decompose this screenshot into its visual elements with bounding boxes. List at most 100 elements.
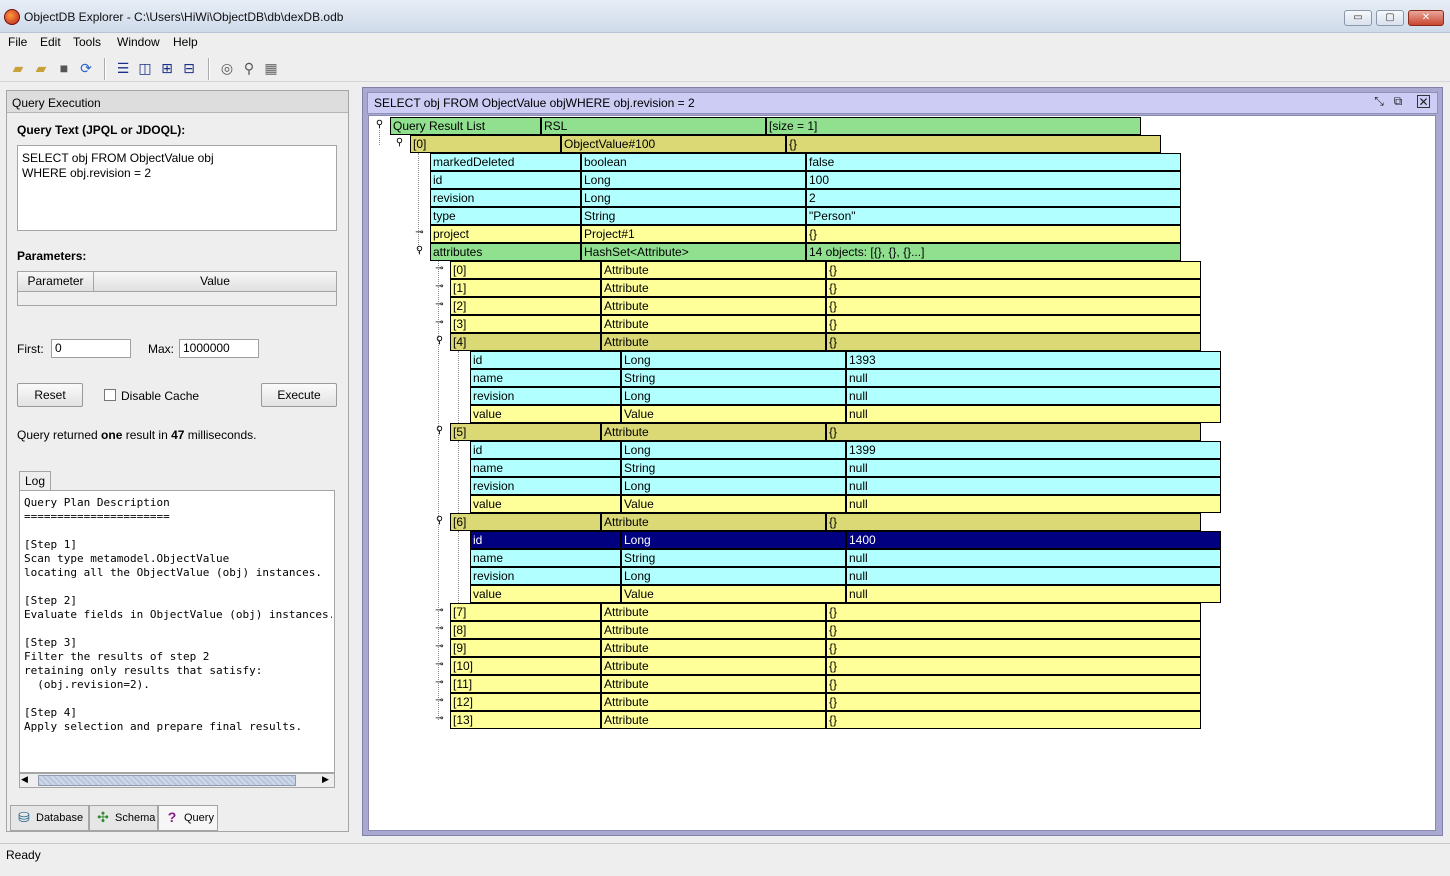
- child-field-value[interactable]: null: [846, 585, 1221, 603]
- attribute-value[interactable]: {}: [826, 261, 1201, 279]
- field-type[interactable]: Long: [581, 171, 806, 189]
- attribute-type[interactable]: Attribute: [601, 513, 826, 531]
- child-field-type[interactable]: String: [621, 459, 846, 477]
- attribute-value[interactable]: {}: [826, 333, 1201, 351]
- attribute-value[interactable]: {}: [826, 297, 1201, 315]
- field-value[interactable]: 14 objects: [{}, {}, {}...]: [806, 243, 1181, 261]
- settings-icon[interactable]: ◎: [219, 60, 235, 76]
- child-field-value[interactable]: null: [846, 459, 1221, 477]
- scroll-left-icon[interactable]: ◀: [21, 774, 28, 785]
- tree-icon[interactable]: ⊞: [159, 60, 175, 76]
- tree-root-row-col0[interactable]: Query Result List: [390, 117, 541, 135]
- attribute-type[interactable]: Attribute: [601, 639, 826, 657]
- refresh-icon[interactable]: ⟳: [78, 60, 94, 76]
- child-field-value[interactable]: null: [846, 387, 1221, 405]
- parameter-column-header[interactable]: Parameter: [18, 272, 94, 292]
- restore-window-icon[interactable]: ⤡: [1372, 95, 1386, 109]
- attribute-index[interactable]: [11]: [450, 675, 601, 693]
- field-value[interactable]: {}: [806, 225, 1181, 243]
- attribute-type[interactable]: Attribute: [601, 333, 826, 351]
- field-type[interactable]: HashSet<Attribute>: [581, 243, 806, 261]
- tree-item-0-row-col0[interactable]: [0]: [410, 135, 561, 153]
- attribute-value[interactable]: {}: [826, 603, 1201, 621]
- attribute-index[interactable]: [1]: [450, 279, 601, 297]
- attribute-type[interactable]: Attribute: [601, 315, 826, 333]
- attribute-type[interactable]: Attribute: [601, 261, 826, 279]
- result-tree-area[interactable]: ⚲ Query Result List RSL [size = 1] ⚲ [0] Objec…: [368, 115, 1436, 831]
- attribute-index[interactable]: [3]: [450, 315, 601, 333]
- child-field-value[interactable]: null: [846, 405, 1221, 423]
- child-field-name[interactable]: name: [470, 459, 621, 477]
- attribute-type[interactable]: Attribute: [601, 297, 826, 315]
- child-field-value[interactable]: null: [846, 369, 1221, 387]
- child-field-type[interactable]: String: [621, 369, 846, 387]
- minimize-button[interactable]: ▭: [1344, 10, 1372, 26]
- tree-root-row-col2[interactable]: [size = 1]: [766, 117, 1141, 135]
- child-field-value[interactable]: null: [846, 549, 1221, 567]
- child-field-name[interactable]: revision: [470, 477, 621, 495]
- field-name[interactable]: project: [430, 225, 581, 243]
- attribute-value[interactable]: {}: [826, 693, 1201, 711]
- menu-help[interactable]: Help: [173, 35, 198, 49]
- expand-node-icon[interactable]: ⊸: [434, 282, 445, 293]
- horizontal-split-icon[interactable]: ☰: [115, 60, 131, 76]
- child-field-type[interactable]: Long: [621, 441, 846, 459]
- attribute-index[interactable]: [10]: [450, 657, 601, 675]
- attribute-index[interactable]: [5]: [450, 423, 601, 441]
- expand-node-icon[interactable]: ⊸: [434, 714, 445, 725]
- child-field-type[interactable]: Long: [621, 531, 846, 549]
- disable-cache-label[interactable]: Disable Cache: [121, 389, 199, 403]
- collapse-node-icon[interactable]: ⚲: [394, 138, 405, 149]
- tree-root-row-col1[interactable]: RSL: [541, 117, 766, 135]
- attribute-type[interactable]: Attribute: [601, 279, 826, 297]
- child-field-type[interactable]: Long: [621, 567, 846, 585]
- child-field-name[interactable]: name: [470, 369, 621, 387]
- attribute-value[interactable]: {}: [826, 711, 1201, 729]
- child-field-type[interactable]: Long: [621, 351, 846, 369]
- collapse-node-icon[interactable]: ⚲: [434, 336, 445, 347]
- tree-expand-icon[interactable]: ⊟: [181, 60, 197, 76]
- attribute-type[interactable]: Attribute: [601, 657, 826, 675]
- child-field-value[interactable]: 1393: [846, 351, 1221, 369]
- child-field-name[interactable]: revision: [470, 567, 621, 585]
- close-window-icon[interactable]: ✕: [1417, 95, 1430, 109]
- tab-schema[interactable]: ✣ Schema: [89, 805, 158, 831]
- attribute-type[interactable]: Attribute: [601, 603, 826, 621]
- field-value[interactable]: 100: [806, 171, 1181, 189]
- execute-button[interactable]: Execute: [261, 383, 337, 407]
- attribute-value[interactable]: {}: [826, 279, 1201, 297]
- child-field-value[interactable]: 1400: [846, 531, 1221, 549]
- expand-node-icon[interactable]: ⊸: [434, 642, 445, 653]
- attribute-type[interactable]: Attribute: [601, 711, 826, 729]
- tab-query[interactable]: ? Query: [158, 805, 218, 831]
- save-icon[interactable]: ■: [56, 60, 72, 76]
- child-field-type[interactable]: Long: [621, 387, 846, 405]
- child-field-value[interactable]: null: [846, 477, 1221, 495]
- attribute-index[interactable]: [6]: [450, 513, 601, 531]
- attribute-value[interactable]: {}: [826, 423, 1201, 441]
- attribute-index[interactable]: [0]: [450, 261, 601, 279]
- child-field-name[interactable]: id: [470, 351, 621, 369]
- child-field-value[interactable]: null: [846, 495, 1221, 513]
- maximize-button[interactable]: ▢: [1376, 10, 1404, 26]
- max-field[interactable]: 1000000: [179, 339, 259, 358]
- open-recent-icon[interactable]: ▰: [33, 60, 49, 76]
- expand-node-icon[interactable]: ⊸: [434, 606, 445, 617]
- vertical-split-icon[interactable]: ◫: [137, 60, 153, 76]
- attribute-index[interactable]: [8]: [450, 621, 601, 639]
- expand-node-icon[interactable]: ⊸: [434, 696, 445, 707]
- field-type[interactable]: Project#1: [581, 225, 806, 243]
- attribute-index[interactable]: [13]: [450, 711, 601, 729]
- field-value[interactable]: false: [806, 153, 1181, 171]
- field-type[interactable]: String: [581, 207, 806, 225]
- field-name[interactable]: attributes: [430, 243, 581, 261]
- attribute-index[interactable]: [4]: [450, 333, 601, 351]
- collapse-node-icon[interactable]: ⚲: [414, 246, 425, 257]
- child-field-name[interactable]: revision: [470, 387, 621, 405]
- attribute-value[interactable]: {}: [826, 315, 1201, 333]
- attribute-index[interactable]: [12]: [450, 693, 601, 711]
- field-value[interactable]: "Person": [806, 207, 1181, 225]
- close-button[interactable]: ✕: [1408, 10, 1444, 26]
- log-tab[interactable]: Log: [19, 471, 51, 491]
- attribute-value[interactable]: {}: [826, 621, 1201, 639]
